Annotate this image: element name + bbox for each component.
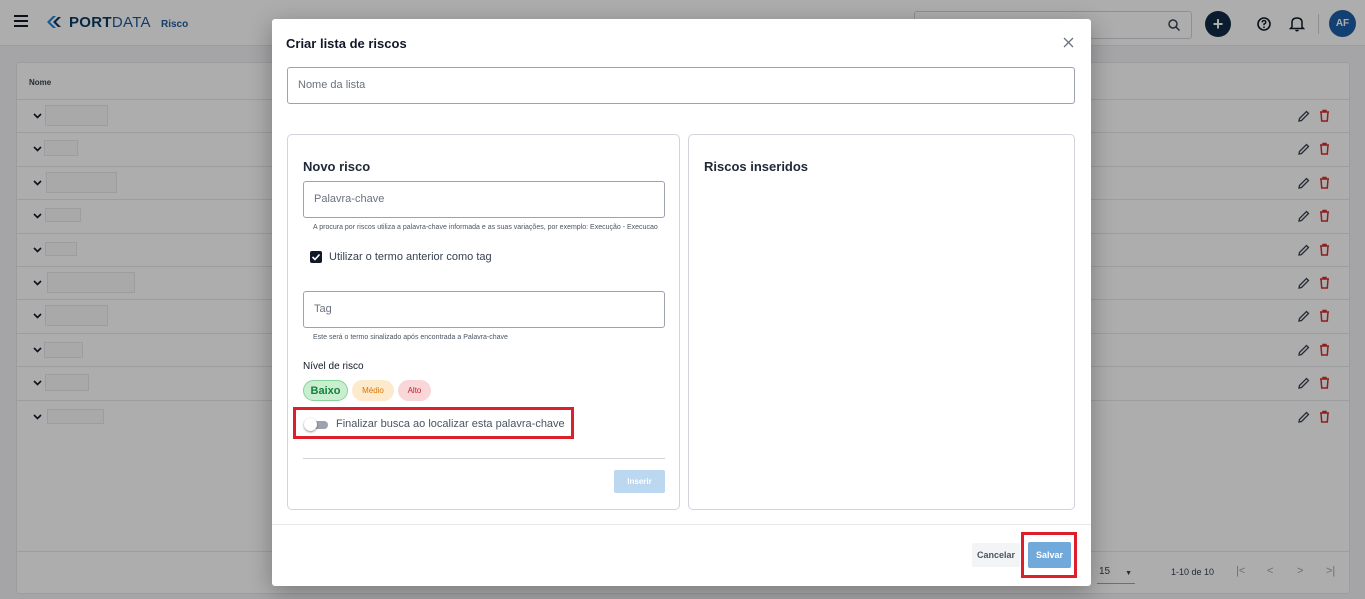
use-as-tag-checkbox[interactable]	[310, 251, 322, 263]
check-icon	[311, 253, 321, 261]
highlight-box	[293, 407, 574, 439]
inserted-risks-panel: Riscos inseridos	[688, 134, 1075, 510]
create-risk-list-dialog: Criar lista de riscos Nome da lista Novo…	[272, 19, 1091, 586]
divider	[303, 458, 665, 459]
list-name-input[interactable]: Nome da lista	[287, 67, 1075, 104]
highlight-box	[1021, 532, 1077, 578]
risk-level-high-chip[interactable]: Alto	[398, 380, 431, 401]
dialog-title: Criar lista de riscos	[286, 36, 407, 51]
risk-level-medium-chip[interactable]: Médio	[352, 380, 394, 401]
use-as-tag-label: Utilizar o termo anterior como tag	[329, 251, 492, 263]
risk-level-label: Nível de risco	[303, 361, 364, 372]
close-icon[interactable]	[1063, 37, 1074, 48]
inserted-risks-title: Riscos inseridos	[704, 159, 809, 174]
cancel-button[interactable]: Cancelar	[972, 543, 1020, 567]
new-risk-panel: Novo risco Palavra-chave A procura por r…	[287, 134, 680, 510]
keyword-hint: A procura por riscos utiliza a palavra-c…	[313, 224, 658, 231]
keyword-input[interactable]: Palavra-chave	[303, 181, 665, 218]
divider	[272, 524, 1091, 525]
risk-level-low-chip[interactable]: Baixo	[303, 380, 348, 401]
tag-input[interactable]: Tag	[303, 291, 665, 328]
insert-button[interactable]: Inserir	[614, 470, 665, 493]
new-risk-title: Novo risco	[303, 159, 371, 174]
tag-hint: Este será o termo sinalizado após encont…	[313, 334, 508, 341]
